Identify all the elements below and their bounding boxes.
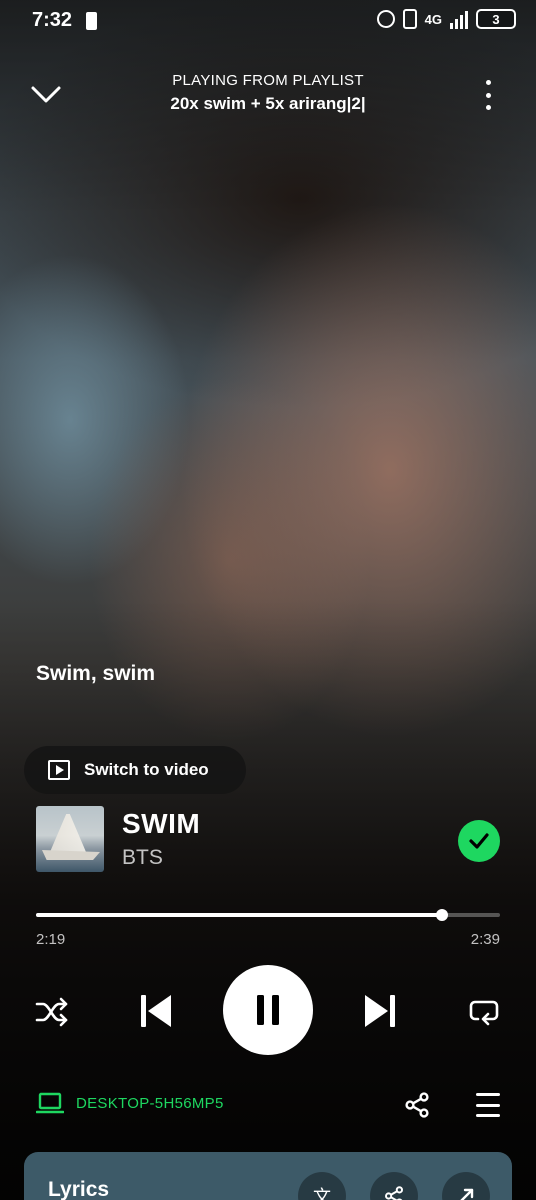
signal-icon: [450, 9, 468, 29]
progress-handle[interactable]: [435, 909, 448, 921]
network-type: 4G: [424, 11, 442, 27]
repeat-button[interactable]: [462, 990, 506, 1034]
previous-button[interactable]: [130, 985, 182, 1037]
album-art[interactable]: [36, 806, 104, 872]
player-header: PLAYING FROM PLAYLIST 20x swim + 5x arir…: [0, 68, 536, 128]
translate-button[interactable]: 文: [298, 1172, 346, 1200]
status-time: 7:32: [32, 9, 73, 31]
lyrics-card[interactable]: Lyrics 文: [24, 1152, 512, 1200]
added-to-library-button[interactable]: [458, 820, 500, 862]
total-time: 2:39: [470, 931, 500, 948]
playlist-name[interactable]: 20x swim + 5x arirang|2|: [0, 94, 536, 114]
battery-saver-icon: [86, 12, 97, 30]
playing-from-label: PLAYING FROM PLAYLIST: [172, 72, 364, 89]
more-options-icon[interactable]: [478, 80, 498, 110]
track-artist[interactable]: BTS: [122, 846, 163, 870]
switch-to-video-button[interactable]: Switch to video: [24, 746, 246, 794]
track-title[interactable]: SWIM: [122, 808, 200, 840]
expand-lyrics-button[interactable]: [442, 1172, 490, 1200]
battery-level: 3: [476, 9, 516, 29]
share-icon: [384, 1186, 404, 1200]
alarm-icon: [376, 10, 395, 28]
video-icon: [48, 760, 70, 780]
queue-icon[interactable]: [476, 1093, 500, 1117]
shuffle-button[interactable]: [30, 990, 74, 1034]
switch-to-video-label: Switch to video: [84, 760, 209, 779]
translate-icon: 文: [313, 1187, 331, 1200]
shuffle-icon: [35, 997, 68, 1027]
vibrate-icon: [402, 9, 417, 29]
device-name: DESKTOP-5H56MP5: [76, 1094, 224, 1112]
share-icon[interactable]: [404, 1092, 430, 1118]
check-icon: [469, 833, 489, 849]
repeat-icon: [469, 1000, 499, 1026]
connected-device[interactable]: DESKTOP-5H56MP5: [36, 1092, 224, 1114]
status-icons: 4G 3: [376, 9, 516, 29]
current-lyric-line: Swim, swim: [36, 662, 156, 685]
skip-previous-icon: [141, 995, 171, 1027]
status-bar: 7:32 4G 3: [0, 0, 536, 44]
next-button[interactable]: [354, 985, 406, 1037]
lyrics-title: Lyrics: [48, 1178, 110, 1200]
elapsed-time: 2:19: [36, 931, 66, 948]
progress-fill: [36, 913, 442, 917]
skip-next-icon: [365, 995, 395, 1027]
play-pause-button[interactable]: [223, 965, 313, 1055]
lyrics-share-button[interactable]: [370, 1172, 418, 1200]
progress-bar[interactable]: [36, 909, 500, 921]
pause-icon: [257, 995, 279, 1025]
laptop-icon: [36, 1092, 64, 1114]
expand-icon: [460, 1188, 474, 1200]
